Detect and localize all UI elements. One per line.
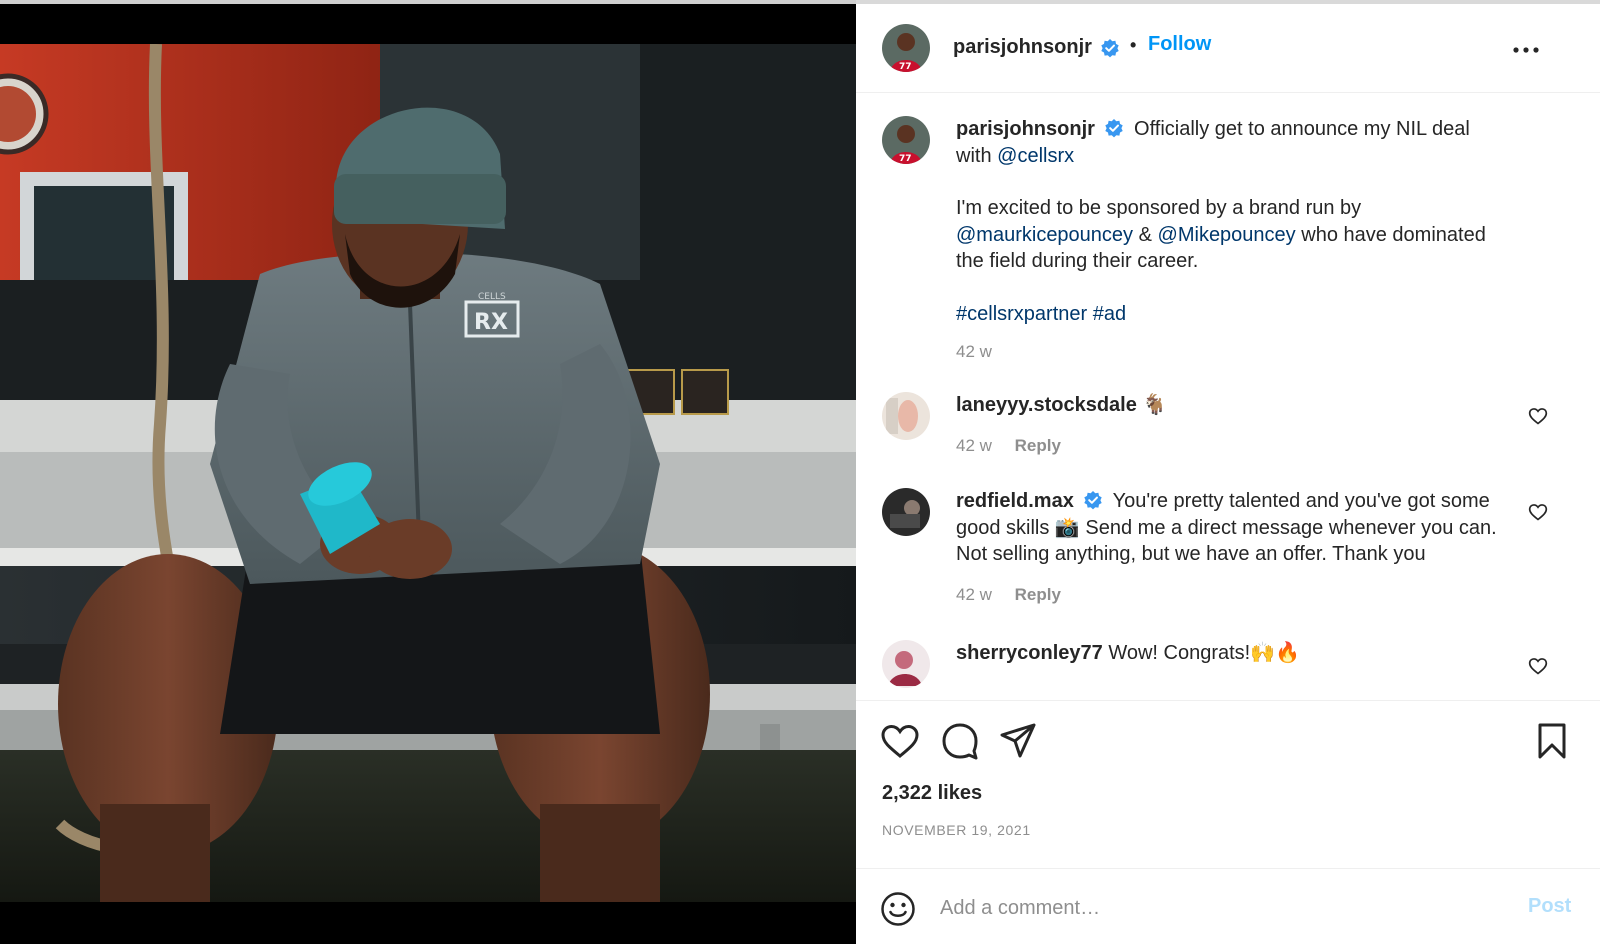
- mention-mikepouncey[interactable]: @Mikepouncey: [1158, 224, 1296, 246]
- comment-composer: Post: [856, 868, 1600, 944]
- post-header: 77 parisjohnsonjr • Follow: [856, 4, 1600, 93]
- mention-cellsrx[interactable]: @cellsrx: [997, 145, 1074, 167]
- caption-time[interactable]: 42 w: [956, 342, 992, 361]
- verified-badge-icon: [1084, 490, 1103, 510]
- comment-input[interactable]: [940, 893, 1500, 923]
- comment-text-line-3: Not selling anything, but we have an off…: [956, 543, 1426, 565]
- post-media: RX CELLS: [0, 0, 856, 944]
- reply-button[interactable]: Reply: [1015, 585, 1061, 604]
- caption-body: parisjohnsonjr Officially get to announc…: [956, 116, 1536, 366]
- separator-dot: •: [1130, 35, 1137, 55]
- caption-amp: &: [1138, 223, 1152, 246]
- commenter-username[interactable]: sherryconley77: [956, 642, 1103, 664]
- emoji-smiley-icon[interactable]: [880, 891, 916, 927]
- photo-illustration: RX CELLS: [0, 44, 856, 902]
- caption-para-2a: I'm excited to be sponsored by a brand r…: [956, 197, 1362, 219]
- mention-maurkicepouncey[interactable]: @maurkicepouncey: [956, 224, 1133, 246]
- commenter-avatar[interactable]: [882, 488, 930, 536]
- like-comment-heart-icon[interactable]: [1528, 656, 1548, 676]
- comment-text: Wow! Congrats!🙌🔥: [1108, 642, 1301, 664]
- comments-list[interactable]: 77 parisjohnsonjr Officially get to anno…: [856, 94, 1600, 700]
- author-avatar[interactable]: 77: [882, 24, 930, 72]
- verified-badge-icon: [1105, 118, 1124, 138]
- like-comment-heart-icon[interactable]: [1528, 502, 1548, 522]
- commenter-username[interactable]: laneyyy.stocksdale: [956, 394, 1137, 416]
- likes-count[interactable]: 2,322 likes: [882, 782, 982, 805]
- verified-badge-icon: [1101, 39, 1119, 58]
- comment-text-line-1: You're pretty talented and you've got so…: [1112, 490, 1490, 512]
- caption-author-username[interactable]: parisjohnsonjr: [956, 118, 1095, 140]
- jacket-logo-small: CELLS: [478, 292, 506, 302]
- follow-button[interactable]: Follow: [1148, 33, 1211, 56]
- post-comment-button[interactable]: Post: [1528, 895, 1571, 918]
- post-date[interactable]: NOVEMBER 19, 2021: [882, 822, 1031, 838]
- post-details-panel: 77 parisjohnsonjr • Follow 77 parisjohns…: [856, 0, 1600, 944]
- caption-para-2b: who have dominated: [1301, 223, 1486, 246]
- caption-with: with: [956, 144, 992, 167]
- comment-body: laneyyy.stocksdale 🐐 42 w Reply: [956, 392, 1536, 459]
- caption-para-2c: the field during their career.: [956, 250, 1199, 272]
- comment-body: sherryconley77 Wow! Congrats!🙌🔥: [956, 640, 1536, 667]
- svg-text:77: 77: [899, 154, 912, 164]
- hashtag-cellsrxpartner[interactable]: #cellsrxpartner: [956, 303, 1087, 325]
- caption-line-1: Officially get to announce my NIL deal: [1134, 118, 1470, 140]
- save-bookmark-icon[interactable]: [1532, 721, 1572, 761]
- share-send-icon[interactable]: [998, 721, 1038, 761]
- commenter-avatar[interactable]: [882, 640, 930, 688]
- top-strip: [0, 0, 856, 4]
- like-heart-icon[interactable]: [880, 721, 920, 761]
- more-options-icon[interactable]: [1508, 32, 1544, 68]
- author-username[interactable]: parisjohnsonjr: [953, 36, 1092, 59]
- comment-body: redfield.max You're pretty talented and …: [956, 488, 1536, 608]
- comment-time[interactable]: 42 w: [956, 585, 992, 604]
- jacket-logo: RX: [474, 310, 508, 335]
- commenter-username[interactable]: redfield.max: [956, 490, 1074, 512]
- hashtag-ad[interactable]: #ad: [1093, 303, 1126, 325]
- instagram-post-window: RX CELLS 77 parisjohnsonjr • Follow 77 p…: [0, 0, 1600, 944]
- reply-button[interactable]: Reply: [1015, 436, 1061, 455]
- like-comment-heart-icon[interactable]: [1528, 406, 1548, 426]
- svg-text:77: 77: [899, 62, 912, 72]
- caption-author-avatar[interactable]: 77: [882, 116, 930, 164]
- comment-bubble-icon[interactable]: [940, 721, 980, 761]
- comment-time[interactable]: 42 w: [956, 436, 992, 455]
- commenter-avatar[interactable]: [882, 392, 930, 440]
- comment-text: 🐐: [1142, 394, 1168, 416]
- comment-text-line-2: good skills 📸 Send me a direct message w…: [956, 516, 1497, 539]
- post-photo[interactable]: RX CELLS: [0, 44, 856, 902]
